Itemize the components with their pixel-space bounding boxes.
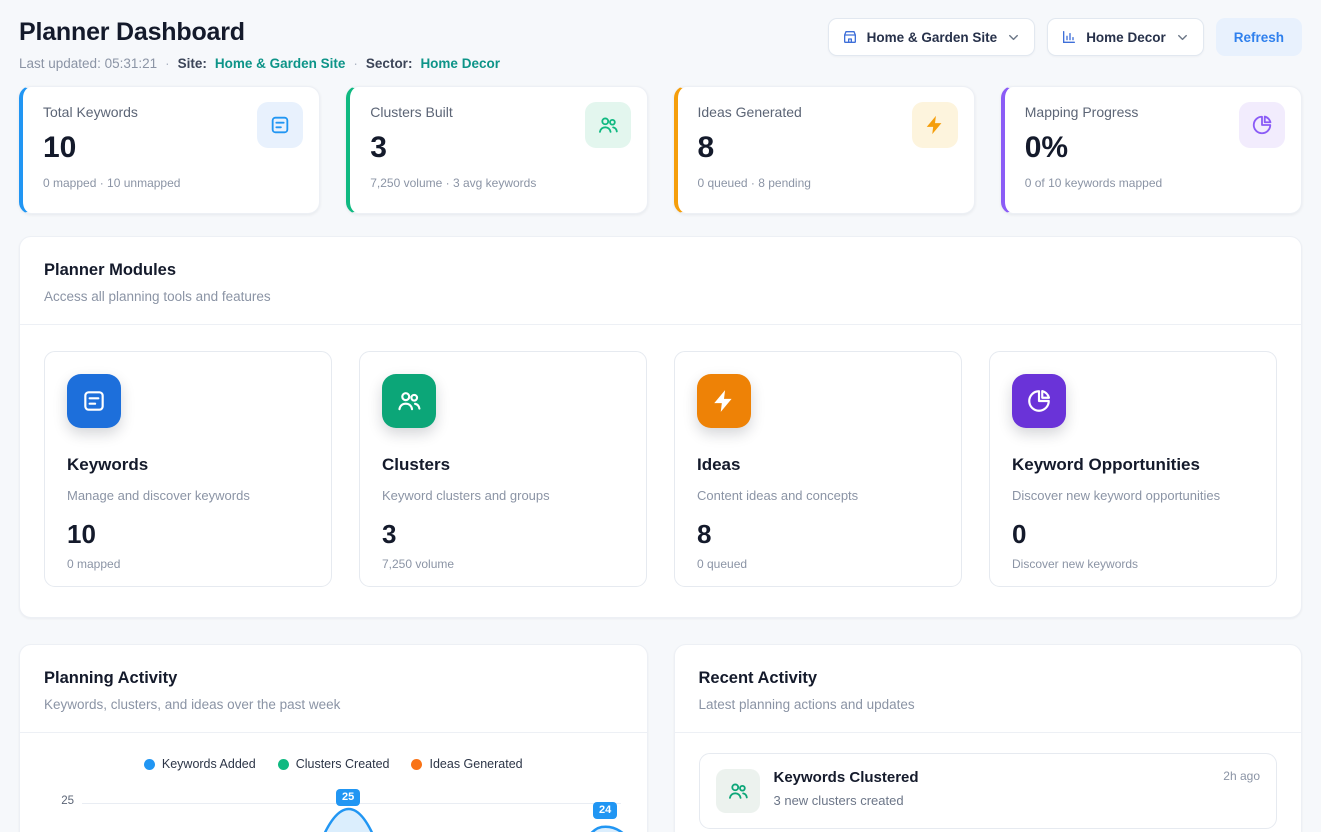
module-title: Ideas <box>697 455 939 475</box>
bottom-row: Planning Activity Keywords, clusters, an… <box>19 644 1302 832</box>
module-title: Keyword Opportunities <box>1012 455 1254 475</box>
dot-separator: · <box>165 56 170 71</box>
page-title: Planner Dashboard <box>19 18 500 47</box>
page-header: Planner Dashboard Last updated: 05:31:21… <box>19 18 1302 71</box>
section-subtitle: Access all planning tools and features <box>44 289 1277 304</box>
module-detail: 7,250 volume <box>382 557 624 571</box>
section-subtitle: Keywords, clusters, and ideas over the p… <box>44 697 623 712</box>
last-updated-text: Last updated: 05:31:21 <box>19 56 157 71</box>
stat-detail: 0 queued · 8 pending <box>698 176 954 190</box>
pie-chart-icon <box>1239 102 1285 148</box>
stat-detail: 0 mapped · 10 unmapped <box>43 176 299 190</box>
pie-chart-icon <box>1012 374 1066 428</box>
stat-card-total-keywords: Total Keywords 10 0 mapped · 10 unmapped <box>19 86 320 214</box>
module-detail: Discover new keywords <box>1012 557 1254 571</box>
module-value: 8 <box>697 519 939 550</box>
module-value: 0 <box>1012 519 1254 550</box>
planner-dashboard-page: Planner Dashboard Last updated: 05:31:21… <box>0 0 1321 832</box>
header-left: Planner Dashboard Last updated: 05:31:21… <box>19 18 500 71</box>
section-title: Planner Modules <box>44 261 1277 280</box>
module-value: 10 <box>67 519 309 550</box>
section-title: Recent Activity <box>699 669 1278 688</box>
module-card-keywords[interactable]: Keywords Manage and discover keywords 10… <box>44 351 332 587</box>
site-label: Site: <box>178 56 207 71</box>
stat-card-ideas-generated: Ideas Generated 8 0 queued · 8 pending <box>674 86 975 214</box>
legend-item-keywords-added: Keywords Added <box>144 757 256 771</box>
chart-legend: Keywords Added Clusters Created Ideas Ge… <box>20 757 647 771</box>
stat-detail: 0 of 10 keywords mapped <box>1025 176 1281 190</box>
module-description: Manage and discover keywords <box>67 488 309 503</box>
recent-activity-header: Recent Activity Latest planning actions … <box>675 645 1302 712</box>
sector-label: Sector: <box>366 56 413 71</box>
users-icon <box>382 374 436 428</box>
activity-title: Keywords Clustered <box>774 769 919 786</box>
chart-point-label: 24 <box>593 802 617 819</box>
activity-timestamp: 2h ago <box>1223 769 1260 783</box>
stats-row: Total Keywords 10 0 mapped · 10 unmapped… <box>19 86 1302 214</box>
module-card-ideas[interactable]: Ideas Content ideas and concepts 8 0 que… <box>674 351 962 587</box>
module-description: Content ideas and concepts <box>697 488 939 503</box>
module-card-clusters[interactable]: Clusters Keyword clusters and groups 3 7… <box>359 351 647 587</box>
chevron-down-icon <box>1006 30 1021 45</box>
lightning-icon <box>697 374 751 428</box>
sector-selector[interactable]: Home Decor <box>1047 18 1204 56</box>
module-description: Discover new keyword opportunities <box>1012 488 1254 503</box>
activity-description: 3 new clusters created <box>774 793 919 808</box>
legend-dot <box>278 759 289 770</box>
chevron-down-icon <box>1175 30 1190 45</box>
section-title: Planning Activity <box>44 669 623 688</box>
planner-modules-header: Planner Modules Access all planning tool… <box>20 237 1301 304</box>
module-title: Clusters <box>382 455 624 475</box>
site-selector[interactable]: Home & Garden Site <box>828 18 1036 56</box>
planning-activity-panel: Planning Activity Keywords, clusters, an… <box>19 644 648 832</box>
users-icon <box>585 102 631 148</box>
lightning-icon <box>912 102 958 148</box>
refresh-button[interactable]: Refresh <box>1216 18 1302 56</box>
stat-card-mapping-progress: Mapping Progress 0% 0 of 10 keywords map… <box>1001 86 1302 214</box>
stat-card-clusters-built: Clusters Built 3 7,250 volume · 3 avg ke… <box>346 86 647 214</box>
header-actions: Home & Garden Site Home Decor Refresh <box>828 18 1302 56</box>
legend-dot <box>411 759 422 770</box>
legend-item-ideas-generated: Ideas Generated <box>411 757 522 771</box>
legend-label: Ideas Generated <box>429 757 522 771</box>
module-title: Keywords <box>67 455 309 475</box>
dot-separator: · <box>353 56 358 71</box>
sector-selector-value: Home Decor <box>1086 30 1166 45</box>
modules-grid: Keywords Manage and discover keywords 10… <box>20 325 1301 617</box>
legend-label: Keywords Added <box>162 757 256 771</box>
sector-link[interactable]: Home Decor <box>420 56 500 71</box>
document-icon <box>67 374 121 428</box>
activity-item-keywords-clustered[interactable]: Keywords Clustered 3 new clusters create… <box>699 753 1278 829</box>
legend-label: Clusters Created <box>296 757 390 771</box>
bar-chart-icon <box>1061 29 1077 45</box>
activity-text: Keywords Clustered 3 new clusters create… <box>774 769 919 808</box>
module-value: 3 <box>382 519 624 550</box>
site-link[interactable]: Home & Garden Site <box>215 56 346 71</box>
users-icon <box>716 769 760 813</box>
module-detail: 0 queued <box>697 557 939 571</box>
module-detail: 0 mapped <box>67 557 309 571</box>
planner-modules-panel: Planner Modules Access all planning tool… <box>19 236 1302 618</box>
stat-detail: 7,250 volume · 3 avg keywords <box>370 176 626 190</box>
legend-item-clusters-created: Clusters Created <box>278 757 390 771</box>
module-card-keyword-opportunities[interactable]: Keyword Opportunities Discover new keywo… <box>989 351 1277 587</box>
document-icon <box>257 102 303 148</box>
y-axis-tick: 25 <box>50 795 74 807</box>
legend-dot <box>144 759 155 770</box>
chart-point-label: 25 <box>336 789 360 806</box>
header-meta: Last updated: 05:31:21 · Site: Home & Ga… <box>19 56 500 71</box>
planning-activity-header: Planning Activity Keywords, clusters, an… <box>20 645 647 712</box>
module-description: Keyword clusters and groups <box>382 488 624 503</box>
recent-activity-panel: Recent Activity Latest planning actions … <box>674 644 1303 832</box>
planning-activity-chart: 25 25 24 <box>44 781 623 832</box>
section-subtitle: Latest planning actions and updates <box>699 697 1278 712</box>
divider <box>20 732 647 733</box>
site-selector-value: Home & Garden Site <box>867 30 998 45</box>
building-icon <box>842 29 858 45</box>
recent-activity-list: Keywords Clustered 3 new clusters create… <box>675 733 1302 829</box>
